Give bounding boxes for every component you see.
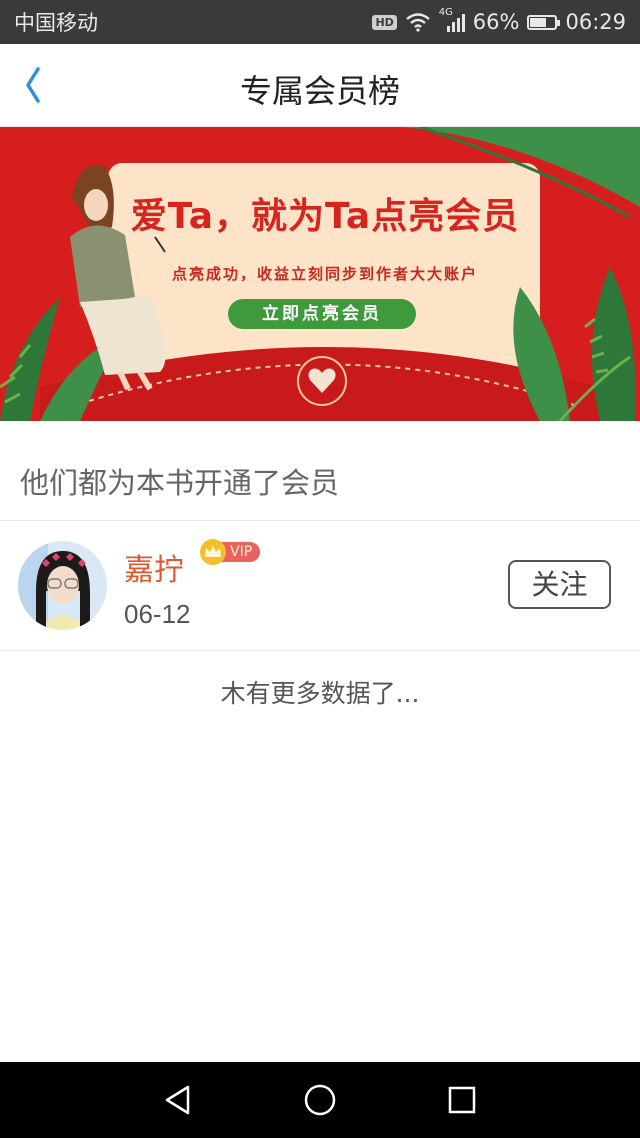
- carrier-name: 中国移动: [14, 11, 98, 35]
- banner-subtitle: 点亮成功，收益立刻同步到作者大大账户: [171, 265, 478, 283]
- status-icons: HD 4G 66% 06:29: [372, 7, 626, 34]
- home-circle-icon: [304, 1084, 336, 1116]
- page-title: 专属会员榜: [239, 72, 400, 110]
- follow-button[interactable]: 关注: [508, 560, 611, 609]
- cellular-signal: 4G: [439, 7, 465, 33]
- network-type: 4G: [438, 7, 453, 18]
- clock: 06:29: [565, 10, 626, 34]
- crown-icon: [200, 539, 226, 565]
- member-name[interactable]: 嘉拧: [124, 545, 184, 589]
- battery-fill: [530, 17, 546, 27]
- vip-badge: VIP: [200, 539, 261, 565]
- battery-icon: [527, 14, 561, 30]
- back-triangle-icon: [165, 1085, 190, 1115]
- divider: [0, 650, 640, 651]
- nav-home-button[interactable]: [300, 1080, 340, 1120]
- avatar-image: [18, 541, 107, 630]
- light-up-member-button[interactable]: 立即点亮会员: [228, 299, 416, 329]
- no-more-data-text: 木有更多数据了...: [220, 679, 420, 708]
- battery-percent: 66%: [472, 10, 520, 34]
- list-item[interactable]: 嘉拧 VIP 06-12 关注: [0, 521, 640, 650]
- system-nav-bar: [0, 1062, 640, 1138]
- crown-glyph: [205, 546, 221, 557]
- member-date: 06-12: [124, 599, 191, 629]
- wifi-icon: [406, 13, 430, 32]
- avatar[interactable]: [18, 541, 107, 630]
- title-bar: 专属会员榜: [0, 44, 640, 127]
- nav-recents-button[interactable]: [442, 1080, 482, 1120]
- nav-back-button[interactable]: [158, 1080, 198, 1120]
- status-bar: 中国移动 HD 4G 66% 06:29: [0, 0, 640, 44]
- banner-headline: 爱Ta，就为Ta点亮会员: [130, 196, 520, 237]
- section-heading: 他们都为本书开通了会员: [20, 466, 340, 500]
- hd-icon: HD: [372, 14, 397, 30]
- promo-banner[interactable]: 爱Ta，就为Ta点亮会员 点亮成功，收益立刻同步到作者大大账户 立即点亮会员: [0, 127, 640, 421]
- recents-square-icon: [448, 1086, 476, 1114]
